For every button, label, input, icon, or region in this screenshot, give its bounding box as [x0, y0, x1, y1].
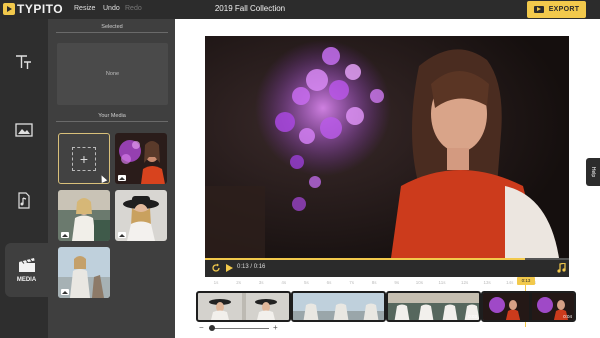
redo-button[interactable]: Redo	[125, 5, 142, 12]
ruler-tick-label: 7s	[349, 280, 354, 285]
image-badge-icon	[118, 175, 126, 181]
timeline-clip[interactable]	[291, 291, 386, 322]
export-button[interactable]: EXPORT	[527, 1, 586, 18]
resize-button[interactable]: Resize	[74, 5, 95, 12]
image-badge-icon	[61, 232, 69, 238]
timeline-clip[interactable]: 0:03	[386, 291, 481, 322]
project-title[interactable]: 2019 Fall Collection	[210, 4, 290, 13]
mouse-cursor-icon	[98, 174, 108, 183]
image-icon	[15, 123, 33, 137]
text-icon	[16, 55, 31, 69]
rail-item-media[interactable]: MEDIA	[5, 243, 48, 297]
video-icon	[533, 6, 544, 13]
duration: 0:16	[253, 264, 266, 270]
help-label: Help	[589, 166, 596, 178]
ruler-tick-label: 1s	[213, 280, 219, 285]
clip-thumbnail	[388, 293, 479, 320]
play-icon[interactable]	[225, 263, 234, 273]
clapperboard-icon	[18, 258, 35, 272]
timeline-clip[interactable]	[196, 291, 291, 322]
clip-thumbnail	[483, 293, 574, 320]
plus-icon: +	[72, 146, 96, 171]
rail-item-music[interactable]	[0, 183, 48, 217]
ruler-tick-label: 11s	[438, 280, 446, 285]
zoom-out-icon[interactable]: −	[199, 324, 204, 332]
clip-duration: 0:03	[468, 314, 477, 319]
timeline-clip[interactable]: 0:04	[481, 291, 576, 322]
rail-item-label: MEDIA	[16, 277, 37, 283]
selected-empty-text: None	[105, 71, 120, 77]
ruler-tick-label: 2s	[236, 280, 241, 285]
app-name: TYPITO	[17, 2, 64, 16]
progress-bar[interactable]	[205, 258, 569, 260]
clip-thumbnail	[293, 293, 384, 320]
media-heading: Your Media	[56, 113, 168, 122]
clip-duration: 0:04	[563, 314, 572, 319]
media-thumbnail[interactable]	[115, 190, 167, 241]
left-rail: MEDIA	[0, 19, 48, 338]
ruler-tick-label: 14s	[506, 280, 514, 285]
music-note-icon[interactable]	[557, 263, 566, 273]
video-frame	[205, 36, 569, 258]
current-time: 0:13	[237, 264, 249, 270]
media-thumbnail[interactable]	[58, 247, 110, 298]
ruler-tick-label: 5s	[304, 280, 309, 285]
media-thumbnail[interactable]	[115, 133, 167, 184]
zoom-slider-knob[interactable]	[209, 325, 215, 331]
ruler-tick-label: 9s	[394, 280, 400, 285]
ruler-tick-label: 3s	[258, 280, 264, 285]
rail-item-images[interactable]	[0, 115, 48, 145]
image-badge-icon	[61, 289, 69, 295]
clip-thumbnail	[198, 293, 289, 320]
ruler-tick-label: 4s	[281, 280, 287, 285]
zoom-in-icon[interactable]: +	[273, 324, 278, 332]
editor-stage: 0:13 / 0:16 Help 1s 2s 3s 4s 5s 6s 7s 8s 9s 10s 11…	[175, 19, 600, 338]
ruler-tick-label: 12s	[460, 280, 469, 285]
replay-icon[interactable]	[211, 263, 221, 273]
media-panel: Selected None Your Media +	[48, 19, 175, 338]
zoom-slider[interactable]	[209, 328, 269, 329]
export-label: EXPORT	[548, 6, 580, 13]
image-badge-icon	[118, 232, 126, 238]
music-icon	[18, 191, 30, 209]
undo-button[interactable]: Undo	[103, 5, 120, 12]
progress-fill	[205, 258, 526, 260]
rail-item-text[interactable]	[0, 47, 48, 77]
selected-heading: Selected	[56, 24, 168, 33]
add-media-button[interactable]: +	[58, 133, 110, 184]
ruler-tick-label: 10s	[415, 280, 424, 285]
timeline-zoom: − +	[199, 324, 279, 334]
video-preview[interactable]	[205, 36, 569, 258]
ruler-tick-label: 13s	[483, 280, 491, 285]
selected-area: None	[57, 43, 168, 105]
media-thumbnail[interactable]	[58, 190, 110, 241]
help-tab[interactable]: Help	[586, 158, 600, 186]
app-logo[interactable]: TYPITO	[3, 2, 63, 16]
player-controls: 0:13 / 0:16	[205, 258, 569, 277]
logo-play-icon	[3, 3, 15, 15]
ruler-tick-label: 8s	[371, 280, 377, 285]
top-bar: TYPITO Resize Undo Redo 2019 Fall Collec…	[0, 0, 600, 19]
time-display: 0:13 / 0:16	[237, 264, 266, 270]
ruler-tick-label: 6s	[326, 280, 332, 285]
playhead-time[interactable]: 0:13	[517, 277, 535, 285]
